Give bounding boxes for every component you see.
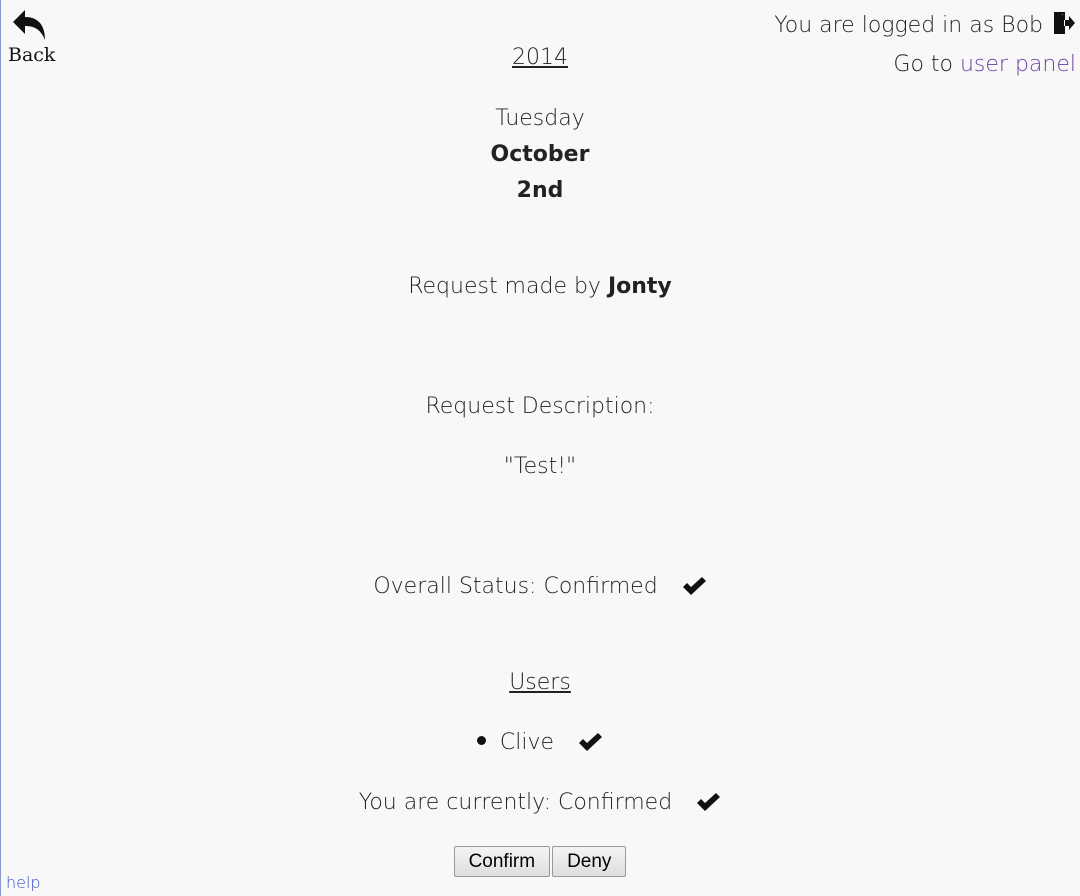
page-left-border [0,0,1,896]
back-arrow-icon [13,10,45,40]
made-by-text: Request made by [408,274,601,299]
overall-status-text: Overall Status: Confirmed [373,574,658,599]
weekday: Tuesday [495,106,585,131]
requester-name: Jonty [607,274,672,299]
checkmark-icon [681,575,707,603]
help-link[interactable]: help [6,873,41,892]
checkmark-icon [577,731,603,759]
user-name: Clive [499,730,555,755]
year-link[interactable]: 2014 [0,45,1080,70]
bullet-icon [476,736,486,745]
day-of-month: 2nd [516,178,564,203]
logged-in-text: You are logged in as Bob [774,13,1043,38]
logged-in-line: You are logged in as Bob [774,8,1076,47]
confirm-button[interactable]: Confirm [453,846,551,877]
description-text: "Test!" [503,454,577,479]
logout-icon[interactable] [1052,11,1076,47]
current-status-text: You are currently: Confirmed [358,790,673,815]
list-item: Clive [0,730,1080,759]
current-status: You are currently: Confirmed [0,790,1080,819]
users-heading: Users [509,670,571,695]
request-author: Request made by Jonty [0,274,1080,299]
deny-button[interactable]: Deny [552,846,627,877]
description-label: Request Description: [425,394,655,419]
month: October [490,142,590,167]
overall-status: Overall Status: Confirmed [0,574,1080,603]
action-buttons: Confirm Deny [0,846,1080,877]
checkmark-icon [695,791,721,819]
